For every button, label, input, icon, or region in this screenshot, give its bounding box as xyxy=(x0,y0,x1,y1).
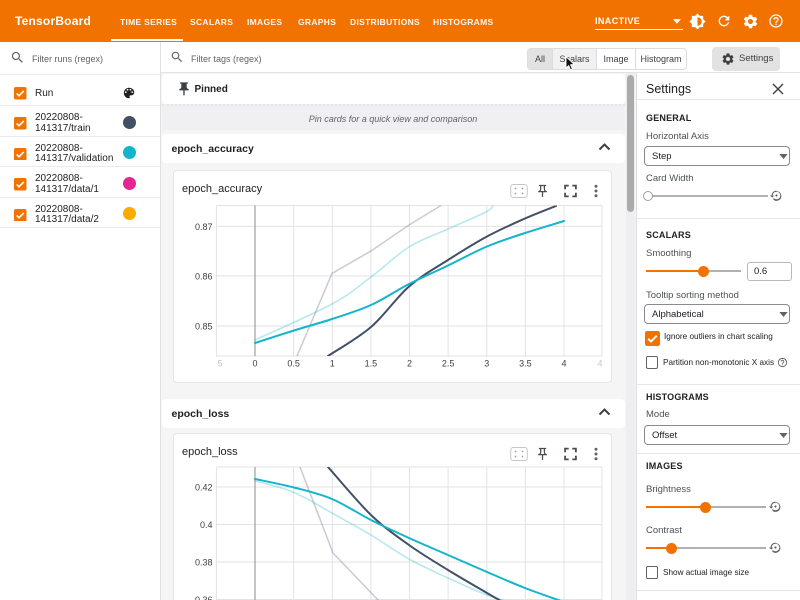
svg-text:1: 1 xyxy=(330,359,335,369)
svg-text:0.87: 0.87 xyxy=(195,222,213,232)
svg-text:0: 0 xyxy=(252,359,257,369)
svg-text:0.5: 0.5 xyxy=(287,359,300,369)
svg-text:0.42: 0.42 xyxy=(195,483,213,493)
svg-text:0.4: 0.4 xyxy=(200,520,213,530)
svg-text:3.5: 3.5 xyxy=(519,359,532,369)
svg-text:0.86: 0.86 xyxy=(195,272,213,282)
svg-text:2.5: 2.5 xyxy=(442,359,455,369)
svg-text:0.36: 0.36 xyxy=(195,595,213,600)
svg-text:0.38: 0.38 xyxy=(195,558,213,568)
svg-text:2: 2 xyxy=(407,359,412,369)
svg-text:4: 4 xyxy=(561,359,566,369)
svg-text:1.5: 1.5 xyxy=(365,359,378,369)
svg-text:5: 5 xyxy=(217,359,222,369)
svg-text:0.85: 0.85 xyxy=(195,322,213,332)
svg-text:3: 3 xyxy=(484,359,489,369)
svg-text:4: 4 xyxy=(597,359,602,369)
